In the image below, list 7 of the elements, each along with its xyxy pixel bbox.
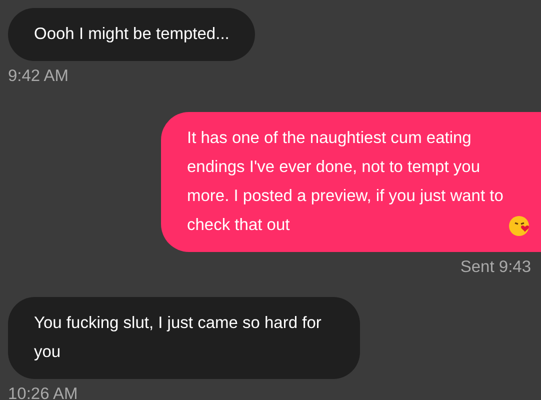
message-text: Oooh I might be tempted... (34, 24, 230, 45)
message-timestamp: 10:26 AM (8, 385, 78, 400)
message-text: It has one of the naughtiest cum eating endings I've ever done, not to tempt you more. I posted a preview, if you just want to check that out (187, 128, 504, 236)
kiss-emoji-icon (509, 215, 531, 237)
message-timestamp: Sent 9:43 (460, 258, 531, 277)
message-text: You fucking slut, I just came so hard for you (34, 313, 322, 363)
message-timestamp: 9:42 AM (8, 67, 69, 86)
